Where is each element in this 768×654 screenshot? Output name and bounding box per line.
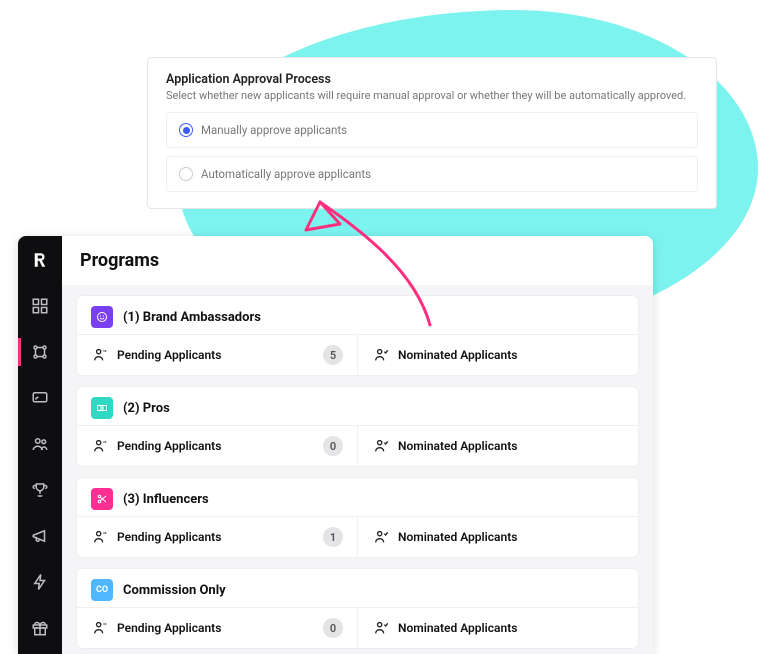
smile-icon	[96, 311, 108, 323]
approve-manual-label: Manually approve applicants	[201, 123, 347, 137]
approval-subtitle: Select whether new applicants will requi…	[166, 89, 698, 102]
program-head: (3) Influencers	[77, 478, 638, 516]
person-nominated-icon	[372, 347, 390, 363]
approval-card: Application Approval Process Select whet…	[147, 57, 717, 209]
nominated-applicants-cell[interactable]: Nominated Applicants	[358, 517, 638, 557]
nav-broadcast[interactable]	[18, 378, 62, 418]
program-head: CO Commission Only	[77, 569, 638, 607]
pending-label: Pending Applicants	[117, 530, 221, 544]
sidebar	[18, 236, 62, 654]
person-nominated-icon	[372, 529, 390, 545]
approve-auto-option[interactable]: Automatically approve applicants	[166, 156, 698, 192]
approve-manual-option[interactable]: Manually approve applicants	[166, 112, 698, 148]
page-header: Programs	[62, 236, 653, 285]
programs-list: (1) Brand Ambassadors Pending Applicants…	[62, 285, 653, 654]
program-card[interactable]: (1) Brand Ambassadors Pending Applicants…	[76, 295, 639, 376]
nominated-applicants-cell[interactable]: Nominated Applicants	[358, 608, 638, 648]
main-area: Programs (1) Brand Ambassadors Pending A…	[62, 236, 653, 654]
program-row: Pending Applicants 0 Nominated Applicant…	[77, 425, 638, 466]
pending-label: Pending Applicants	[117, 621, 221, 635]
page-title: Programs	[80, 250, 635, 271]
program-icon	[91, 488, 113, 510]
pending-applicants-cell[interactable]: Pending Applicants 0	[77, 426, 358, 466]
program-card[interactable]: (2) Pros Pending Applicants 0 Nominated …	[76, 386, 639, 467]
program-icon	[91, 397, 113, 419]
nav-gifts[interactable]	[18, 608, 62, 648]
nav-automation[interactable]	[18, 562, 62, 602]
person-pending-icon	[91, 620, 109, 636]
app-panel: Programs (1) Brand Ambassadors Pending A…	[18, 236, 653, 654]
nominated-label: Nominated Applicants	[398, 348, 517, 362]
pending-count-badge: 1	[323, 527, 343, 547]
program-card[interactable]: (3) Influencers Pending Applicants 1 Nom…	[76, 477, 639, 558]
nominated-label: Nominated Applicants	[398, 439, 517, 453]
pending-count-badge: 0	[323, 618, 343, 638]
pending-count-badge: 5	[323, 345, 343, 365]
approve-auto-label: Automatically approve applicants	[201, 167, 371, 181]
program-head: (2) Pros	[77, 387, 638, 425]
pending-label: Pending Applicants	[117, 439, 221, 453]
nav-members[interactable]	[18, 424, 62, 464]
program-name: (3) Influencers	[123, 492, 209, 507]
pending-applicants-cell[interactable]: Pending Applicants 5	[77, 335, 358, 375]
program-icon	[91, 306, 113, 328]
nav-dashboard[interactable]	[18, 286, 62, 326]
program-icon: CO	[91, 579, 113, 601]
program-row: Pending Applicants 1 Nominated Applicant…	[77, 516, 638, 557]
person-nominated-icon	[372, 620, 390, 636]
nominated-label: Nominated Applicants	[398, 530, 517, 544]
program-card[interactable]: CO Commission Only Pending Applicants 0 …	[76, 568, 639, 649]
program-row: Pending Applicants 0 Nominated Applicant…	[77, 607, 638, 648]
program-head: (1) Brand Ambassadors	[77, 296, 638, 334]
nav-programs[interactable]	[18, 332, 62, 372]
pending-count-badge: 0	[323, 436, 343, 456]
program-name: (1) Brand Ambassadors	[123, 310, 261, 325]
program-name: (2) Pros	[123, 401, 170, 416]
approval-title: Application Approval Process	[166, 72, 698, 87]
program-icon-text: CO	[96, 585, 108, 595]
nav-rewards[interactable]	[18, 470, 62, 510]
person-nominated-icon	[372, 438, 390, 454]
pending-applicants-cell[interactable]: Pending Applicants 0	[77, 608, 358, 648]
person-pending-icon	[91, 438, 109, 454]
nav-announce[interactable]	[18, 516, 62, 556]
cash-icon	[96, 402, 108, 414]
person-pending-icon	[91, 529, 109, 545]
nominated-label: Nominated Applicants	[398, 621, 517, 635]
program-name: Commission Only	[123, 583, 226, 598]
program-row: Pending Applicants 5 Nominated Applicant…	[77, 334, 638, 375]
radio-selected-icon	[179, 123, 193, 137]
nominated-applicants-cell[interactable]: Nominated Applicants	[358, 335, 638, 375]
nominated-applicants-cell[interactable]: Nominated Applicants	[358, 426, 638, 466]
scissors-icon	[96, 493, 108, 505]
app-logo	[26, 246, 54, 274]
pending-label: Pending Applicants	[117, 348, 221, 362]
radio-unselected-icon	[179, 167, 193, 181]
pending-applicants-cell[interactable]: Pending Applicants 1	[77, 517, 358, 557]
person-pending-icon	[91, 347, 109, 363]
